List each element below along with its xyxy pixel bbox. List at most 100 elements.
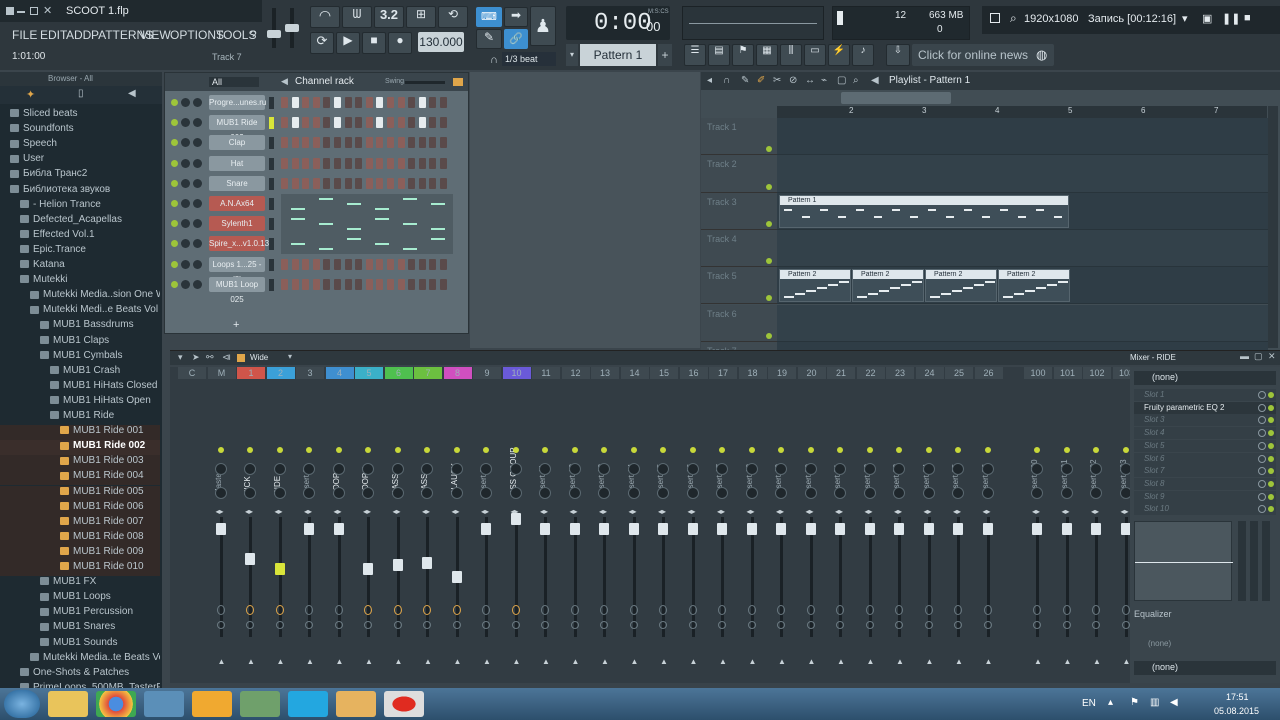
pan-knob[interactable] <box>332 463 345 475</box>
stereo-knob[interactable] <box>686 487 699 499</box>
tray-arrow-icon[interactable]: ▴ <box>1108 697 1113 708</box>
strip-name[interactable]: Insert 102 <box>1089 425 1103 495</box>
pan-knob[interactable] <box>952 463 964 475</box>
step-edit-icon[interactable]: ➡ <box>504 7 528 27</box>
slot-enable-led[interactable] <box>1268 480 1274 487</box>
pan-knob[interactable] <box>1060 463 1073 475</box>
pan-knob[interactable] <box>893 463 905 475</box>
chevron-down-icon[interactable]: ▾ <box>1182 12 1188 25</box>
strip-mute-led[interactable] <box>542 447 548 453</box>
track-header[interactable]: Track 3 <box>701 192 777 230</box>
stereo-swap-icon[interactable]: ◂▸ <box>688 507 696 516</box>
route-arrow-icon[interactable]: ▲ <box>572 657 580 666</box>
channel-name-button[interactable]: Clap <box>209 135 265 151</box>
mixer-strip[interactable]: 6 BASS 1 ◂▸ ▲ <box>384 367 413 667</box>
effect-slot[interactable]: Slot 10 <box>1134 503 1276 516</box>
route-arrow-icon[interactable]: ▲ <box>601 657 609 666</box>
playlist-track[interactable]: Track 6 <box>701 304 1268 342</box>
route-arrow-icon[interactable]: ▲ <box>778 657 786 666</box>
step-button[interactable] <box>418 177 426 189</box>
stereo-knob[interactable] <box>1031 487 1043 499</box>
browser-item[interactable]: User <box>0 153 160 168</box>
tempo-display[interactable]: 130.000 <box>418 32 464 52</box>
step-button[interactable] <box>429 258 437 270</box>
route-arrow-icon[interactable]: ▲ <box>690 657 698 666</box>
channel-mute-led[interactable] <box>171 119 178 127</box>
channel-select-indicator[interactable] <box>269 258 274 271</box>
step-button[interactable] <box>365 137 373 149</box>
rack-filter-select[interactable]: All <box>209 77 259 87</box>
menu-file[interactable]: FILE <box>12 28 37 42</box>
pan-knob[interactable] <box>627 463 640 475</box>
volume-fader[interactable] <box>569 523 580 535</box>
step-button[interactable] <box>408 177 416 189</box>
stereo-knob[interactable] <box>1060 487 1073 499</box>
monitor-icon[interactable] <box>240 691 280 717</box>
pan-knob[interactable] <box>716 463 728 475</box>
track-mute-led[interactable] <box>766 295 772 302</box>
send-arrow-icon[interactable] <box>216 605 225 615</box>
step-button[interactable] <box>376 97 384 108</box>
route-arrow-icon[interactable]: ▲ <box>808 657 816 666</box>
mixer-strip[interactable]: C <box>178 367 206 667</box>
strip-mute-led[interactable] <box>807 447 814 453</box>
browser-item[interactable]: MUB1 Sounds <box>0 637 160 652</box>
step-button[interactable] <box>355 278 363 290</box>
step-button[interactable] <box>397 137 405 149</box>
stereo-knob[interactable] <box>539 487 551 499</box>
record-arm-icon[interactable] <box>393 621 402 629</box>
step-button[interactable] <box>365 97 373 108</box>
stereo-knob[interactable] <box>421 487 433 499</box>
pan-knob[interactable] <box>1031 463 1043 475</box>
channel-row[interactable]: Loops 1...25 - (8) <box>171 256 463 284</box>
send-arrow-icon[interactable] <box>659 605 667 615</box>
stereo-swap-icon[interactable]: ◂▸ <box>599 507 607 516</box>
channel-mute-led[interactable] <box>171 99 178 106</box>
track-mute-led[interactable] <box>766 220 772 227</box>
channel-pan-knob[interactable] <box>181 239 190 249</box>
strip-name[interactable]: LOOP 2 <box>361 425 375 495</box>
strip-mute-led[interactable] <box>630 447 637 453</box>
send-arrow-icon[interactable] <box>924 605 933 615</box>
step-button[interactable] <box>408 278 416 290</box>
step-button[interactable] <box>291 278 299 290</box>
channel-pan-knob[interactable] <box>181 98 190 107</box>
channel-mute-led[interactable] <box>171 280 178 288</box>
step-button[interactable] <box>355 117 363 129</box>
channel-pan-knob[interactable] <box>181 138 190 148</box>
channel-row[interactable]: Hat <box>171 155 463 172</box>
strip-mute-led[interactable] <box>512 447 519 453</box>
stereo-swap-icon[interactable]: ◂▸ <box>835 507 843 516</box>
piano-roll-preview[interactable] <box>281 234 453 255</box>
mixer-color-icon[interactable] <box>237 354 245 362</box>
volume-fader[interactable] <box>510 513 521 525</box>
channel-name-button[interactable]: Progre...unes.ru <box>209 95 266 110</box>
strip-name[interactable]: Insert 17 <box>715 425 729 495</box>
track-header[interactable]: Track 2 <box>701 155 777 193</box>
channel-pan-knob[interactable] <box>181 219 190 229</box>
add-pattern-button[interactable]: + <box>658 44 672 66</box>
slot-enable-led[interactable] <box>1268 493 1274 500</box>
pencil-icon[interactable]: ✎ <box>476 29 502 49</box>
step-button[interactable] <box>397 97 405 108</box>
strip-mute-led[interactable] <box>453 447 460 453</box>
channel-row[interactable]: MUB1 Ride 002 <box>171 115 463 142</box>
magnet-icon[interactable]: ∩ <box>490 54 498 66</box>
step-button[interactable] <box>440 177 447 189</box>
channel-volume-knob[interactable] <box>193 239 202 249</box>
stereo-swap-icon[interactable]: ◂▸ <box>1121 507 1129 516</box>
mixer-strip[interactable]: 101 Insert 101 ◂▸ ▲ <box>1053 367 1082 667</box>
strip-mute-led[interactable] <box>660 447 666 453</box>
channel-row[interactable]: Clap <box>171 135 463 151</box>
strip-mute-led[interactable] <box>365 447 371 453</box>
volume-fader[interactable] <box>599 523 609 535</box>
stereo-swap-icon[interactable]: ◂▸ <box>275 507 283 516</box>
browser-item[interactable]: MUB1 Crash <box>0 365 160 380</box>
send-arrow-icon[interactable] <box>364 605 372 615</box>
tempo-tap-icon[interactable]: ♪ <box>852 44 874 66</box>
step-button[interactable] <box>291 157 299 169</box>
pan-knob[interactable] <box>686 463 699 475</box>
countdown-icon[interactable]: 3.2 <box>374 6 404 28</box>
browser-item[interactable]: MUB1 Bassdrums <box>0 319 160 334</box>
mixer-layout-select[interactable]: Wide <box>250 353 268 362</box>
